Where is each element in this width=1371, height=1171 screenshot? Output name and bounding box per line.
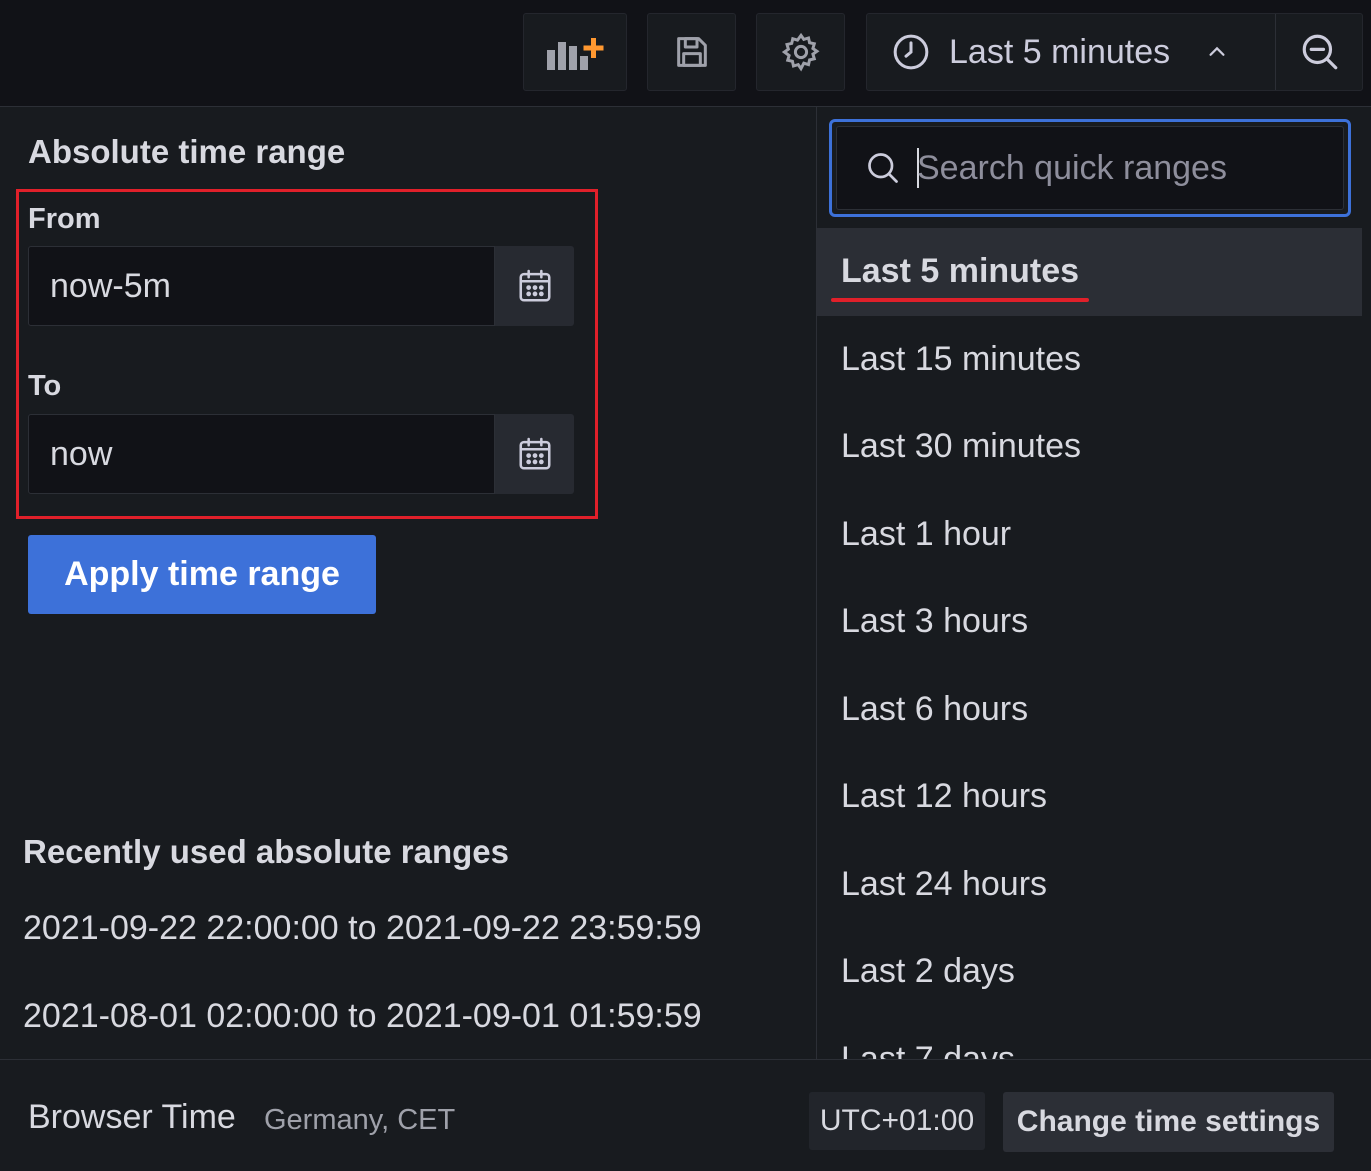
quick-range-label: Last 3 hours <box>841 602 1029 641</box>
from-calendar-button[interactable] <box>495 246 574 326</box>
time-picker-label: Last 5 minutes <box>949 32 1171 71</box>
save-dashboard-icon <box>676 37 707 67</box>
from-label: From <box>28 203 101 235</box>
add-panel-icon <box>547 38 604 70</box>
quick-range-label: Last 12 hours <box>841 777 1048 816</box>
to-calendar-button[interactable] <box>495 414 574 494</box>
quick-range-item[interactable]: Last 1 hour <box>817 491 1362 579</box>
dashboard-settings-button[interactable] <box>756 13 845 91</box>
chevron-up-icon <box>1209 46 1225 56</box>
annotation-underline <box>831 297 1089 302</box>
from-input[interactable]: now-5m <box>28 246 495 326</box>
change-time-settings-button[interactable]: Change time settings <box>1003 1092 1334 1152</box>
dashboard-toolbar: Last 5 minutes <box>0 0 1371 106</box>
add-panel-button[interactable] <box>523 13 627 91</box>
to-field: now <box>28 414 574 494</box>
quick-range-label: Last 24 hours <box>841 864 1048 903</box>
calendar-icon <box>518 437 551 470</box>
calendar-icon <box>518 269 551 302</box>
recent-range-item[interactable]: 2021-09-22 22:00:00 to 2021-09-22 23:59:… <box>23 909 702 948</box>
quick-range-item-active[interactable]: Last 5 minutes <box>817 228 1362 316</box>
quick-range-label: Last 1 hour <box>841 514 1012 553</box>
quick-ranges-search-input[interactable]: Search quick ranges <box>836 126 1344 210</box>
clock-icon <box>893 34 929 70</box>
quick-range-label: Last 2 days <box>841 952 1015 991</box>
search-placeholder: Search quick ranges <box>917 148 1227 187</box>
quick-range-label: Last 5 minutes <box>841 252 1080 291</box>
to-label: To <box>28 370 62 402</box>
recent-range-item[interactable]: 2021-08-01 02:00:00 to 2021-09-01 01:59:… <box>23 997 702 1036</box>
quick-range-label: Last 30 minutes <box>841 427 1082 466</box>
quick-ranges-section: Search quick ranges Last 5 minutes Last … <box>816 107 1362 1059</box>
gear-icon <box>781 32 820 72</box>
quick-range-item[interactable]: Last 30 minutes <box>817 403 1362 491</box>
absolute-range-title: Absolute time range <box>28 133 346 170</box>
time-picker-dropdown: Absolute time range From now-5m To now A… <box>0 106 1371 1171</box>
save-dashboard-button[interactable] <box>647 13 736 91</box>
quick-range-item[interactable]: Last 2 days <box>817 928 1362 1016</box>
quick-range-item[interactable]: Last 3 hours <box>817 578 1362 666</box>
time-settings-footer: Browser Time Germany, CET UTC+01:00 Chan… <box>0 1059 1371 1171</box>
quick-range-item[interactable]: Last 7 days <box>817 1016 1362 1059</box>
from-field: now-5m <box>28 246 574 326</box>
apply-time-range-button[interactable]: Apply time range <box>28 535 376 614</box>
to-input[interactable]: now <box>28 414 495 494</box>
quick-range-label: Last 15 minutes <box>841 339 1082 378</box>
search-icon <box>868 153 898 183</box>
absolute-time-range-section: Absolute time range From now-5m To now A… <box>0 107 816 1059</box>
time-range-picker: Last 5 minutes <box>866 13 1363 91</box>
zoom-out-icon <box>1302 34 1337 70</box>
quick-ranges-search-focus-ring: Search quick ranges <box>829 119 1351 217</box>
browser-time-label: Browser Time <box>28 1098 236 1136</box>
quick-range-item[interactable]: Last 15 minutes <box>817 316 1362 404</box>
timezone-label: Germany, CET <box>264 1104 456 1136</box>
time-picker-toggle[interactable]: Last 5 minutes <box>867 14 1275 90</box>
utc-offset-badge: UTC+01:00 <box>809 1092 985 1150</box>
zoom-out-button[interactable] <box>1275 14 1363 90</box>
quick-range-label: Last 6 hours <box>841 689 1029 728</box>
quick-range-item[interactable]: Last 12 hours <box>817 753 1362 841</box>
quick-range-item[interactable]: Last 24 hours <box>817 841 1362 929</box>
quick-range-label: Last 7 days <box>841 1039 1015 1059</box>
quick-range-item[interactable]: Last 6 hours <box>817 666 1362 754</box>
recent-ranges-title: Recently used absolute ranges <box>23 833 509 870</box>
quick-ranges-list: Last 5 minutes Last 15 minutes Last 30 m… <box>817 228 1362 1059</box>
